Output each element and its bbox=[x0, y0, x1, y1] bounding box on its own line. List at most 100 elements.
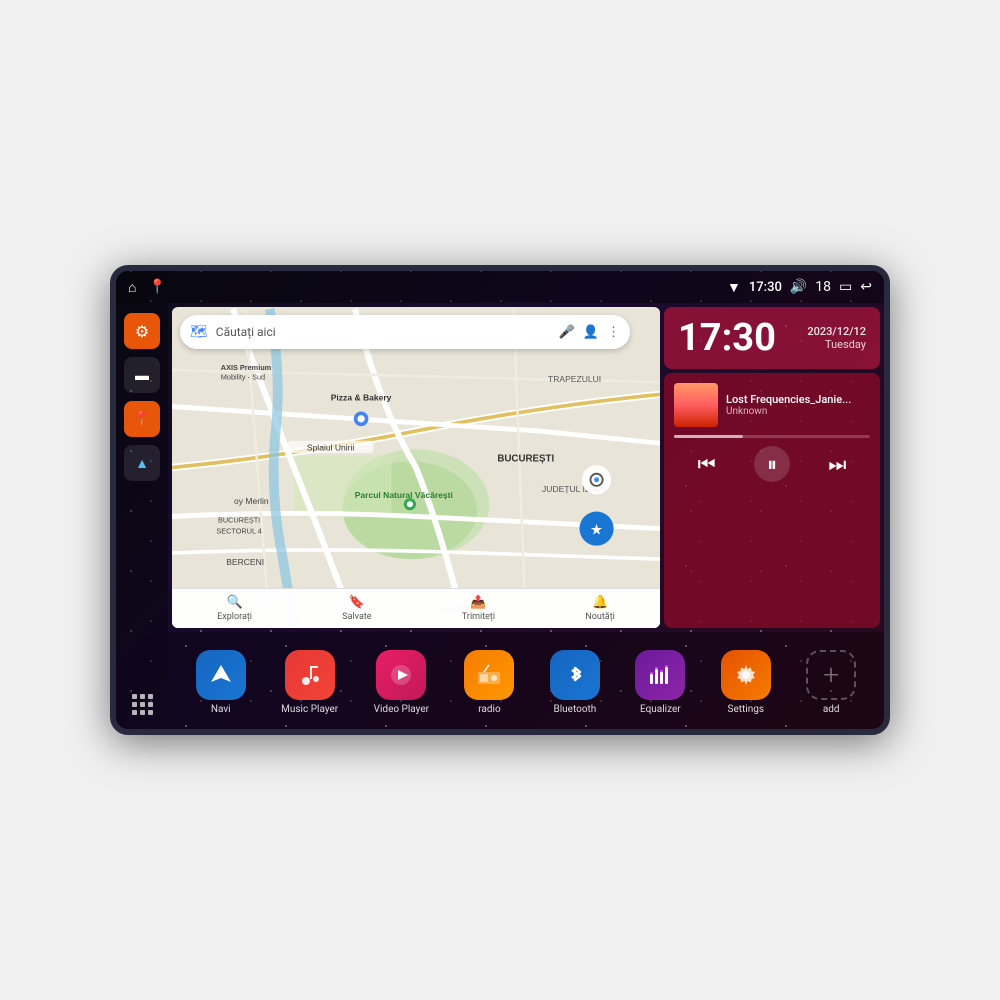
google-maps-icon: 🗺 bbox=[190, 324, 208, 340]
mic-icon[interactable]: 🎤 bbox=[559, 325, 575, 340]
app-settings[interactable]: Settings bbox=[721, 650, 771, 715]
svg-text:BUCUREȘTI: BUCUREȘTI bbox=[497, 453, 554, 464]
share-label: Trimiteți bbox=[462, 612, 495, 622]
bluetooth-label: Bluetooth bbox=[553, 704, 596, 715]
map-panel[interactable]: Splaiul Unirii Pizza & Bakery TRAPEZULUI… bbox=[172, 307, 660, 628]
status-bar: ⌂ 📍 ▼ 17:30 🔊 18 ▭ ↩ bbox=[116, 271, 884, 303]
status-time: 17:30 bbox=[749, 280, 782, 295]
back-icon[interactable]: ↩ bbox=[860, 279, 872, 295]
progress-bar-fill bbox=[674, 435, 743, 438]
sidebar-folder-btn[interactable]: ▬ bbox=[124, 357, 160, 393]
map-saved-btn[interactable]: 🔖 Salvate bbox=[342, 595, 371, 622]
video-player-label: Video Player bbox=[374, 704, 429, 715]
album-art-image bbox=[674, 383, 718, 427]
track-artist: Unknown bbox=[726, 406, 851, 417]
track-details: Lost Frequencies_Janie... Unknown bbox=[726, 393, 851, 417]
settings-label: Settings bbox=[728, 704, 765, 715]
news-icon: 🔔 bbox=[592, 595, 608, 610]
music-widget: Lost Frequencies_Janie... Unknown ⏮ ⏸ ⏭ bbox=[664, 373, 880, 628]
svg-text:Parcul Natural Văcărești: Parcul Natural Văcărești bbox=[355, 490, 453, 500]
navi-icon bbox=[196, 650, 246, 700]
video-player-icon bbox=[376, 650, 426, 700]
search-text: Căutați aici bbox=[216, 325, 551, 339]
map-explore-btn[interactable]: 🔍 Explorați bbox=[217, 595, 252, 622]
explore-icon: 🔍 bbox=[226, 595, 242, 610]
wifi-icon: ▼ bbox=[727, 279, 741, 296]
svg-text:TRAPEZULUI: TRAPEZULUI bbox=[548, 374, 601, 384]
car-head-unit: ⌂ 📍 ▼ 17:30 🔊 18 ▭ ↩ ⚙ ▬ bbox=[110, 265, 890, 735]
track-name: Lost Frequencies_Janie... bbox=[726, 393, 851, 406]
next-track-btn[interactable]: ⏭ bbox=[819, 446, 855, 482]
clock-date-info: 2023/12/12 Tuesday bbox=[807, 325, 866, 351]
music-controls: ⏮ ⏸ ⏭ bbox=[674, 446, 870, 482]
map-news-btn[interactable]: 🔔 Noutăți bbox=[585, 595, 615, 622]
share-icon: 📤 bbox=[470, 595, 486, 610]
app-video-player[interactable]: Video Player bbox=[374, 650, 429, 715]
battery-level: 18 bbox=[815, 279, 831, 295]
news-label: Noutăți bbox=[585, 612, 615, 622]
svg-text:★: ★ bbox=[590, 523, 603, 539]
map-pin-icon: 📍 bbox=[133, 411, 150, 427]
map-share-btn[interactable]: 📤 Trimiteți bbox=[462, 595, 495, 622]
right-panel: 17:30 2023/12/12 Tuesday bbox=[664, 303, 884, 632]
svg-text:oy Merlin: oy Merlin bbox=[234, 496, 269, 506]
saved-label: Salvate bbox=[342, 612, 371, 622]
sidebar-nav-btn[interactable]: ▲ bbox=[124, 445, 160, 481]
add-icon-box: + bbox=[806, 650, 856, 700]
app-equalizer[interactable]: Equalizer bbox=[635, 650, 685, 715]
saved-icon: 🔖 bbox=[349, 595, 365, 610]
app-add[interactable]: + add bbox=[806, 650, 856, 715]
clock-date: 2023/12/12 bbox=[807, 325, 866, 338]
volume-icon: 🔊 bbox=[790, 279, 807, 295]
map-search-bar[interactable]: 🗺 Căutați aici 🎤 👤 ⋮ bbox=[180, 315, 630, 349]
nav-arrow-icon: ▲ bbox=[135, 455, 149, 472]
play-pause-btn[interactable]: ⏸ bbox=[754, 446, 790, 482]
add-label: add bbox=[823, 704, 840, 715]
svg-text:Splaiul Unirii: Splaiul Unirii bbox=[307, 443, 355, 453]
device-screen: ⌂ 📍 ▼ 17:30 🔊 18 ▭ ↩ ⚙ ▬ bbox=[116, 271, 884, 729]
dots-grid-icon bbox=[132, 694, 153, 715]
svg-text:BERCENI: BERCENI bbox=[226, 557, 264, 567]
svg-text:BUCUREȘTI: BUCUREȘTI bbox=[218, 515, 260, 524]
map-bottom-bar: 🔍 Explorați 🔖 Salvate 📤 Trimiteți bbox=[172, 588, 660, 628]
svg-text:Mobility - Sud: Mobility - Sud bbox=[221, 373, 265, 382]
account-icon[interactable]: 👤 bbox=[583, 325, 599, 340]
settings-icon: ⚙ bbox=[135, 322, 149, 341]
svg-text:SECTORUL 4: SECTORUL 4 bbox=[216, 526, 262, 535]
prev-track-btn[interactable]: ⏮ bbox=[689, 446, 725, 482]
sidebar-apps-btn[interactable] bbox=[124, 686, 160, 722]
equalizer-label: Equalizer bbox=[640, 704, 681, 715]
sidebar-map-btn[interactable]: 📍 bbox=[124, 401, 160, 437]
explore-label: Explorați bbox=[217, 612, 252, 622]
clock-time: 17:30 bbox=[678, 319, 776, 357]
more-icon[interactable]: ⋮ bbox=[607, 325, 620, 340]
map-svg: Splaiul Unirii Pizza & Bakery TRAPEZULUI… bbox=[172, 307, 660, 628]
center-content: Splaiul Unirii Pizza & Bakery TRAPEZULUI… bbox=[168, 303, 884, 729]
app-bluetooth[interactable]: Bluetooth bbox=[550, 650, 600, 715]
radio-label: radio bbox=[478, 704, 500, 715]
navi-label: Navi bbox=[211, 704, 231, 715]
music-track-info: Lost Frequencies_Janie... Unknown bbox=[674, 383, 870, 427]
sidebar: ⚙ ▬ 📍 ▲ bbox=[116, 303, 168, 729]
folder-icon: ▬ bbox=[135, 367, 149, 384]
map-status-icon[interactable]: 📍 bbox=[148, 279, 165, 295]
clock-day: Tuesday bbox=[807, 338, 866, 351]
main-area: ⚙ ▬ 📍 ▲ bbox=[116, 303, 884, 729]
app-grid: Navi Music Player bbox=[168, 632, 884, 729]
progress-bar-container[interactable] bbox=[674, 435, 870, 438]
app-music-player[interactable]: Music Player bbox=[281, 650, 338, 715]
top-row: Splaiul Unirii Pizza & Bakery TRAPEZULUI… bbox=[168, 303, 884, 632]
svg-text:Pizza & Bakery: Pizza & Bakery bbox=[331, 392, 392, 402]
equalizer-icon-box bbox=[635, 650, 685, 700]
app-navi[interactable]: Navi bbox=[196, 650, 246, 715]
home-status-icon[interactable]: ⌂ bbox=[128, 279, 136, 296]
sidebar-settings-btn[interactable]: ⚙ bbox=[124, 313, 160, 349]
radio-icon-box bbox=[464, 650, 514, 700]
svg-text:AXIS Premium: AXIS Premium bbox=[221, 363, 272, 372]
status-right: ▼ 17:30 🔊 18 ▭ ↩ bbox=[727, 279, 872, 296]
music-player-label: Music Player bbox=[281, 704, 338, 715]
app-radio[interactable]: radio bbox=[464, 650, 514, 715]
music-player-icon bbox=[285, 650, 335, 700]
battery-icon: ▭ bbox=[839, 279, 852, 295]
bluetooth-icon-box bbox=[550, 650, 600, 700]
